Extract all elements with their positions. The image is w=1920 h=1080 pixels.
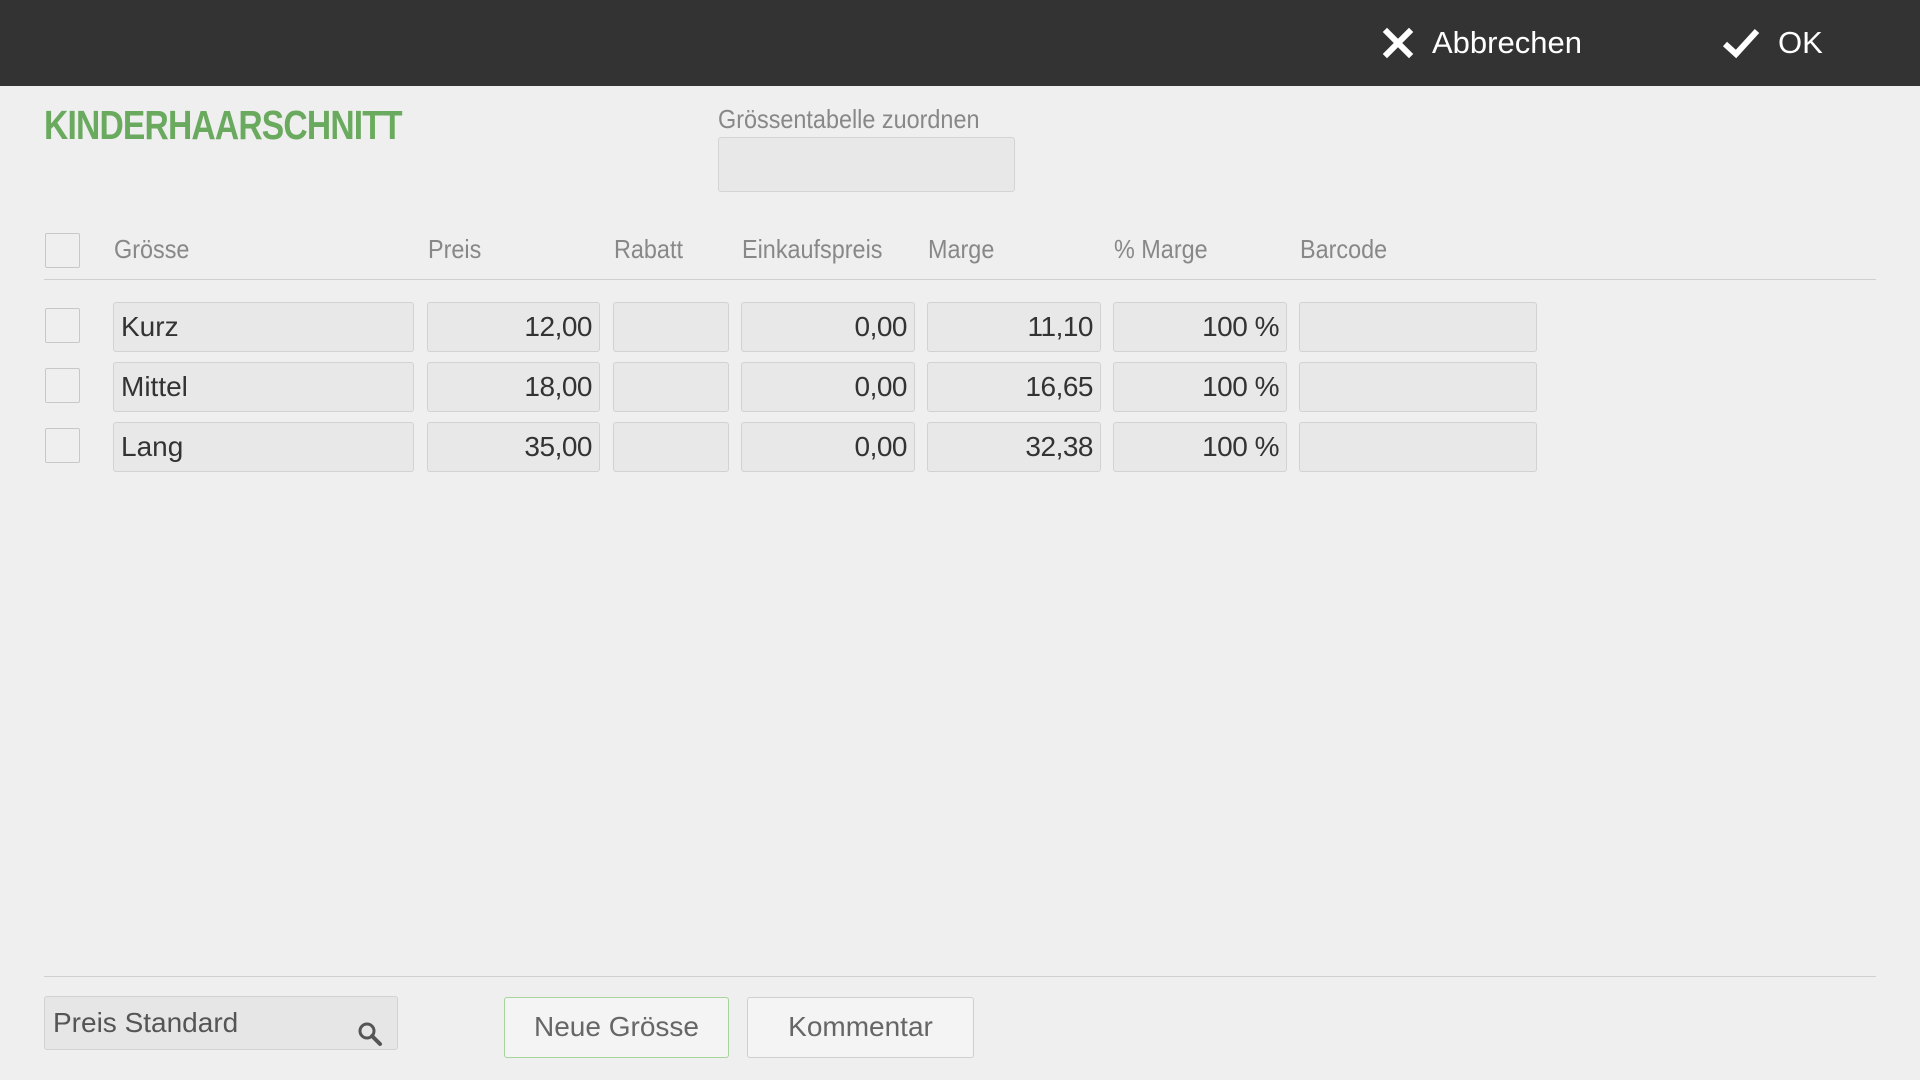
price-list-value: Preis Standard: [53, 1007, 239, 1038]
price-field[interactable]: 12,00: [427, 302, 600, 352]
checkmark-icon: [1722, 27, 1760, 59]
price-list-select[interactable]: Preis Standard: [44, 996, 398, 1050]
column-header-margin: Marge: [928, 234, 995, 264]
select-all-checkbox[interactable]: [45, 233, 80, 268]
purchase-price-field[interactable]: 0,00: [741, 302, 915, 352]
page-title: KINDERHAARSCHNITT: [44, 102, 403, 148]
column-header-barcode: Barcode: [1300, 234, 1388, 264]
close-icon: [1382, 27, 1414, 59]
comment-button[interactable]: Kommentar: [747, 997, 974, 1058]
margin-percent-field[interactable]: 100 %: [1113, 362, 1287, 412]
cancel-button[interactable]: Abbrechen: [1382, 0, 1582, 86]
margin-field[interactable]: 32,38: [927, 422, 1101, 472]
size-field[interactable]: Lang: [113, 422, 414, 472]
purchase-price-field[interactable]: 0,00: [741, 362, 915, 412]
barcode-field[interactable]: [1299, 302, 1537, 352]
purchase-price-field[interactable]: 0,00: [741, 422, 915, 472]
size-table-select[interactable]: [718, 137, 1015, 192]
size-table-label: Grössentabelle zuordnen: [718, 104, 980, 134]
barcode-field[interactable]: [1299, 422, 1537, 472]
price-field[interactable]: 35,00: [427, 422, 600, 472]
footer-divider: [44, 976, 1876, 977]
new-size-button[interactable]: Neue Grösse: [504, 997, 729, 1058]
top-bar: Abbrechen OK: [0, 0, 1920, 86]
price-field[interactable]: 18,00: [427, 362, 600, 412]
column-header-discount: Rabatt: [614, 234, 683, 264]
margin-percent-field[interactable]: 100 %: [1113, 422, 1287, 472]
size-field[interactable]: Kurz: [113, 302, 414, 352]
margin-field[interactable]: 16,65: [927, 362, 1101, 412]
ok-label: OK: [1778, 25, 1823, 60]
row-checkbox[interactable]: [45, 368, 80, 403]
column-header-purchase-price: Einkaufspreis: [742, 234, 883, 264]
discount-field[interactable]: [613, 302, 729, 352]
discount-field[interactable]: [613, 362, 729, 412]
barcode-field[interactable]: [1299, 362, 1537, 412]
discount-field[interactable]: [613, 422, 729, 472]
column-header-margin-percent: % Marge: [1114, 234, 1208, 264]
row-checkbox[interactable]: [45, 428, 80, 463]
margin-percent-field[interactable]: 100 %: [1113, 302, 1287, 352]
header-divider: [44, 279, 1876, 280]
column-header-price: Preis: [428, 234, 482, 264]
cancel-label: Abbrechen: [1432, 25, 1582, 60]
size-field[interactable]: Mittel: [113, 362, 414, 412]
column-header-size: Grösse: [114, 234, 190, 264]
ok-button[interactable]: OK: [1722, 0, 1823, 86]
row-checkbox[interactable]: [45, 308, 80, 343]
margin-field[interactable]: 11,10: [927, 302, 1101, 352]
search-icon[interactable]: [357, 1012, 383, 1064]
